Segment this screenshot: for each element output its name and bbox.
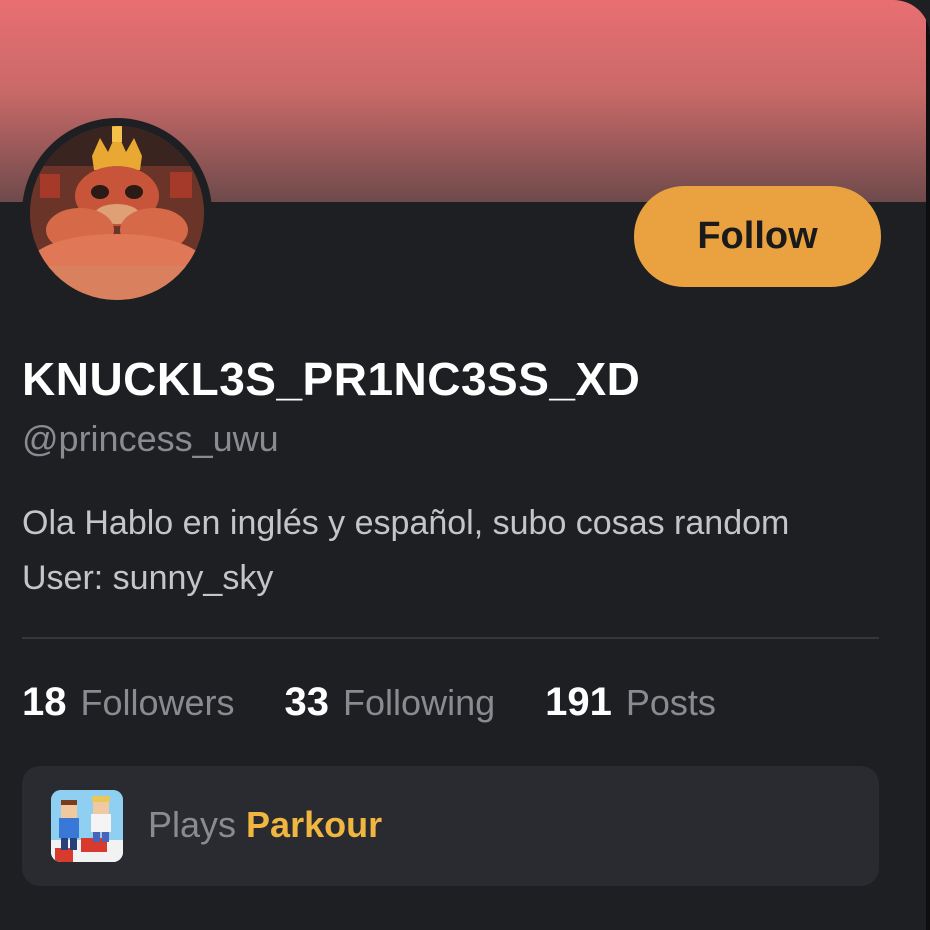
plays-game-card[interactable]: Plays Parkour [22, 766, 879, 886]
profile-card: Follow KNUCKL3S_PR1NC3SS_XD @princess_uw… [0, 0, 930, 930]
plays-prefix: Plays [148, 804, 237, 845]
followers-count: 18 [22, 680, 67, 724]
posts-count: 191 [545, 680, 612, 724]
game-thumbnail-icon [51, 790, 123, 862]
avatar-image [30, 126, 204, 300]
stats-row: 18 Followers 33 Following 191 Posts [22, 680, 766, 725]
avatar[interactable] [22, 118, 212, 308]
stat-following[interactable]: 33 Following [285, 680, 496, 725]
divider [22, 637, 879, 639]
posts-label: Posts [625, 682, 716, 723]
card-edge [926, 0, 930, 930]
followers-label: Followers [80, 682, 235, 723]
display-name: KNUCKL3S_PR1NC3SS_XD [22, 353, 641, 405]
following-label: Following [343, 682, 496, 723]
following-count: 33 [284, 680, 330, 724]
stat-posts[interactable]: 191 Posts [545, 680, 716, 725]
username: @princess_uwu [22, 418, 279, 459]
bio-text: Ola Hablo en inglés y español, subo cosa… [22, 504, 790, 597]
follow-button[interactable]: Follow [634, 186, 881, 287]
stat-followers[interactable]: 18 Followers [22, 680, 235, 725]
game-link[interactable]: Parkour [246, 804, 382, 845]
plays-text: Plays Parkour [148, 804, 382, 846]
